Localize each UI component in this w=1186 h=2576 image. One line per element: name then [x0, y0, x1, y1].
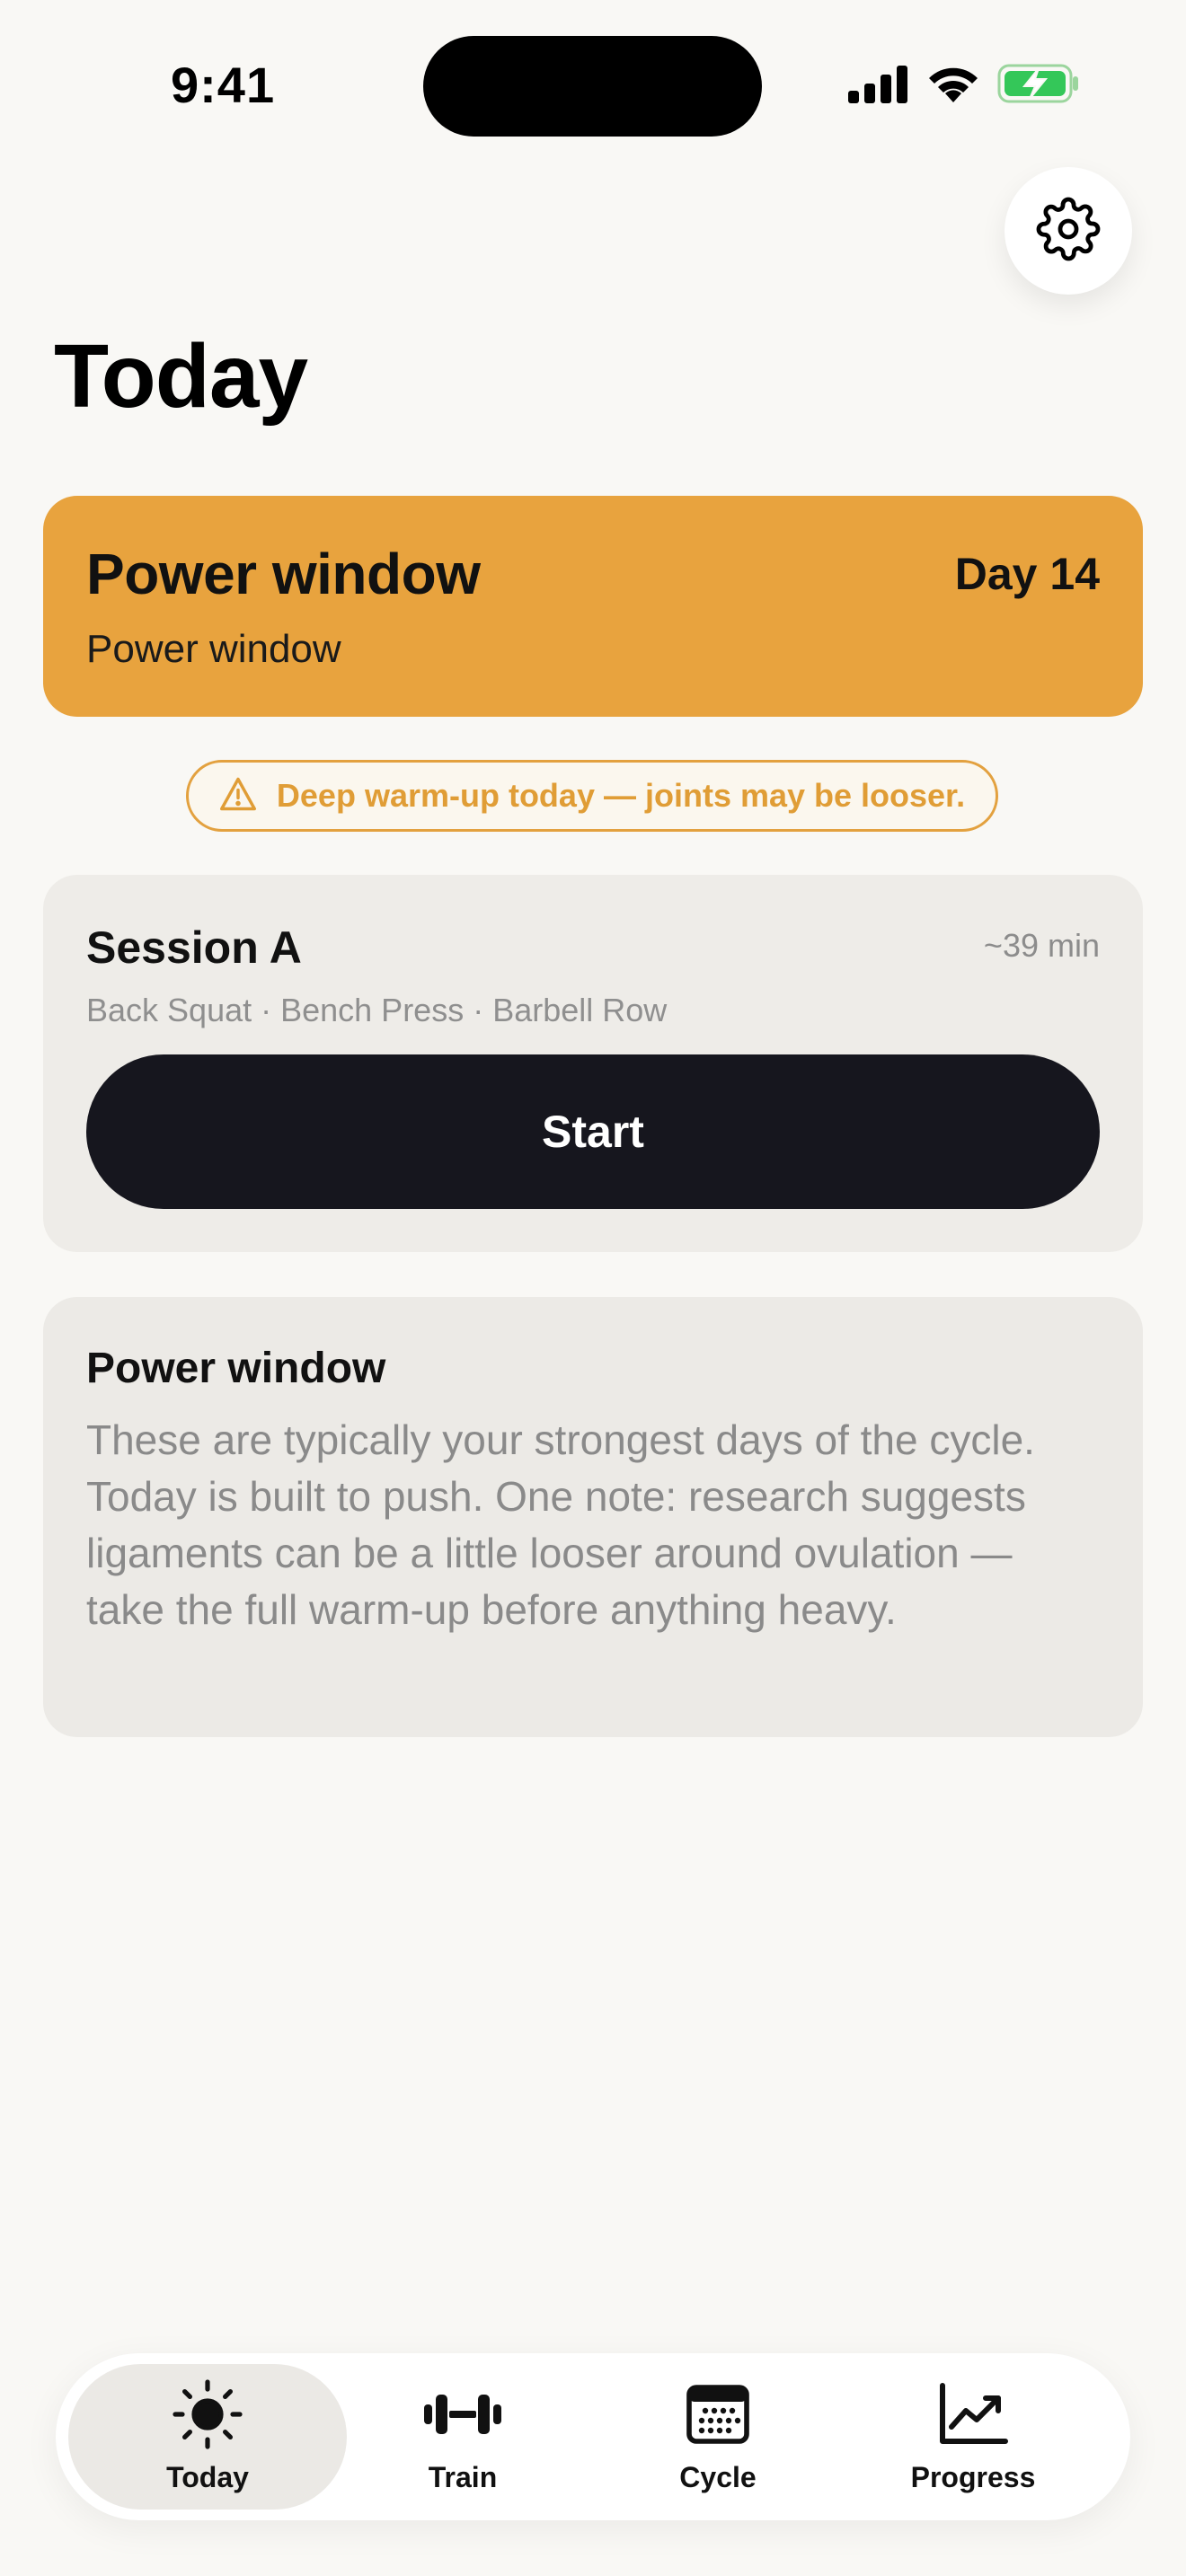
tab-train[interactable]: Train: [323, 2364, 602, 2510]
tab-label: Progress: [910, 2460, 1036, 2493]
tab-today[interactable]: Today: [68, 2364, 347, 2510]
phase-title: Power window: [86, 542, 481, 606]
info-card: Power window These are typically your st…: [43, 1297, 1143, 1737]
phase-day: Day 14: [954, 549, 1100, 599]
dumbbell-icon: [422, 2380, 503, 2448]
cellular-signal-icon: [848, 64, 909, 108]
warning-triangle-icon: [219, 776, 257, 816]
tab-label: Cycle: [679, 2460, 757, 2493]
status-time: 9:41: [171, 57, 276, 113]
tab-label: Train: [428, 2460, 498, 2493]
settings-button[interactable]: [1005, 167, 1132, 295]
warning-text: Deep warm-up today — joints may be loose…: [276, 777, 966, 814]
tab-label: Today: [166, 2460, 249, 2493]
start-button[interactable]: Start: [86, 1054, 1100, 1209]
page-title: Today: [54, 326, 308, 427]
status-bar: 9:41: [0, 0, 1186, 153]
session-duration: ~39 min: [983, 927, 1100, 964]
phase-subtitle: Power window: [86, 627, 341, 671]
session-title: Session A: [86, 922, 302, 973]
gear-icon: [1036, 197, 1101, 266]
tab-bar: Today Train Cycle Progress: [56, 2353, 1130, 2520]
info-title: Power window: [86, 1345, 386, 1392]
dynamic-island: [423, 36, 762, 137]
phase-card[interactable]: Power window Day 14 Power window: [43, 496, 1143, 717]
info-body: These are typically your strongest days …: [86, 1416, 1035, 1633]
battery-charging-icon: [997, 63, 1080, 109]
wifi-icon: [925, 63, 981, 109]
warning-banner: Deep warm-up today — joints may be loose…: [186, 760, 998, 832]
tab-progress[interactable]: Progress: [834, 2364, 1112, 2510]
session-exercises: Back Squat · Bench Press · Barbell Row: [86, 992, 668, 1028]
sun-icon: [167, 2378, 248, 2449]
session-card: Session A ~39 min Back Squat · Bench Pre…: [43, 875, 1143, 1252]
chart-line-icon: [933, 2380, 1013, 2448]
status-icons: [848, 63, 1080, 108]
tab-cycle[interactable]: Cycle: [579, 2364, 857, 2510]
calendar-icon: [677, 2380, 758, 2448]
